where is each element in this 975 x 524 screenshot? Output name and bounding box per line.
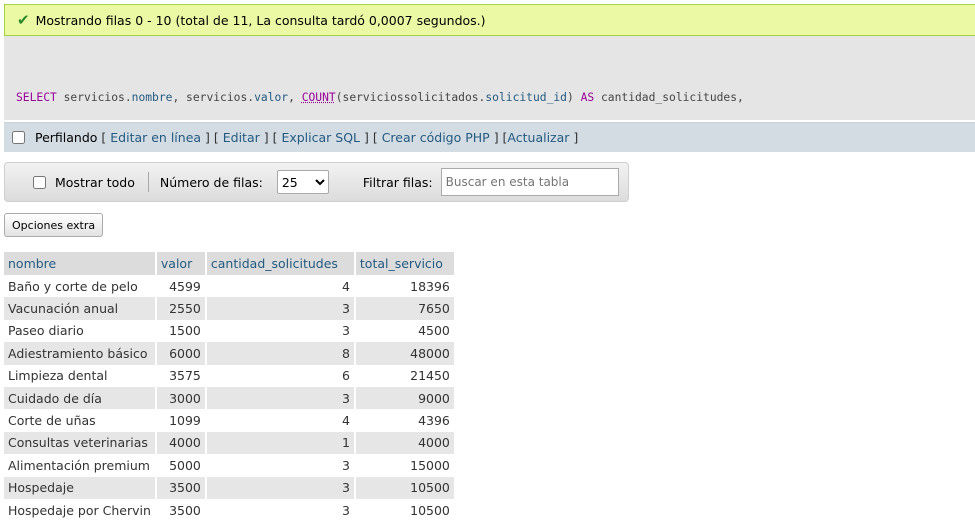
sql-token: servicios.: [56, 91, 132, 104]
table-cell-nombre: Hospedaje: [4, 476, 157, 499]
table-cell-nombre: Vacunación anual: [4, 297, 157, 320]
table-cell-cantidad-solicitudes: 1: [205, 431, 356, 455]
table-cell-nombre: Limpieza dental: [4, 364, 157, 387]
table-cell-nombre: Cuidado de día: [4, 386, 157, 410]
table-cell-cantidad-solicitudes: 3: [205, 297, 356, 320]
table-cell-cantidad-solicitudes: 3: [205, 476, 356, 499]
show-all-checkbox[interactable]: [33, 175, 46, 189]
profiling-checkbox[interactable]: [12, 131, 25, 144]
refresh-link[interactable]: Actualizar: [507, 130, 569, 145]
table-row[interactable]: Cuidado de día 3000 3 9000: [4, 386, 456, 410]
table-cell-valor: 5000: [155, 454, 207, 477]
table-row[interactable]: Paseo diario 1500 3 4500: [4, 319, 456, 343]
table-row[interactable]: Hospedaje 3500 3 10500: [4, 476, 456, 499]
sql-token: nombre: [131, 91, 173, 104]
table-cell-total-servicio: 10500: [354, 476, 456, 499]
show-all-label: Mostrar todo: [55, 174, 135, 190]
table-cell-valor: 2550: [155, 297, 207, 320]
table-cell-nombre: Hospedaje por Chervin: [4, 498, 157, 522]
column-header-total-servicio[interactable]: total_servicio: [354, 252, 456, 275]
create-php-code-link[interactable]: Crear código PHP: [382, 130, 490, 145]
rows-count-label: Número de filas:: [159, 174, 263, 190]
sql-token: solicitud_id: [485, 91, 567, 104]
table-cell-nombre: Baño y corte de pelo: [4, 275, 157, 298]
filter-rows-label: Filtrar filas:: [362, 174, 433, 190]
table-row[interactable]: Consultas veterinarias 4000 1 4000: [4, 431, 456, 455]
table-cell-total-servicio: 10500: [354, 498, 456, 522]
table-cell-total-servicio: 18396: [354, 275, 456, 298]
table-cell-cantidad-solicitudes: 6: [205, 364, 356, 387]
table-cell-total-servicio: 4396: [354, 409, 456, 432]
table-cell-total-servicio: 4500: [354, 319, 456, 343]
table-cell-nombre: Paseo diario: [4, 319, 157, 343]
sql-token: SELECT: [16, 91, 57, 104]
table-cell-nombre: Consultas veterinarias: [4, 431, 157, 455]
explain-sql-link[interactable]: Explicar SQL: [281, 130, 360, 145]
table-cell-cantidad-solicitudes: 8: [205, 342, 356, 365]
sql-query-box: SELECT servicios.nombre, servicios.valor…: [4, 36, 975, 120]
table-cell-cantidad-solicitudes: 3: [205, 319, 356, 343]
column-header-cantidad-solicitudes[interactable]: cantidad_solicitudes: [205, 252, 356, 275]
table-cell-nombre: Alimentación premium: [4, 454, 157, 477]
table-cell-valor: 1099: [155, 409, 207, 432]
sql-token: (serviciossolicitados.: [335, 91, 486, 104]
table-cell-total-servicio: 4000: [354, 431, 456, 455]
success-message-bar: ✔ Mostrando filas 0 - 10 (total de 11, L…: [4, 4, 975, 36]
table-cell-nombre: Corte de uñas: [4, 409, 157, 432]
checkmark-icon: ✔: [17, 11, 30, 29]
column-header-nombre[interactable]: nombre: [4, 252, 157, 275]
table-cell-valor: 4000: [155, 431, 207, 455]
table-cell-cantidad-solicitudes: 4: [205, 275, 356, 298]
table-cell-cantidad-solicitudes: 4: [205, 409, 356, 432]
table-cell-valor: 3500: [155, 476, 207, 499]
table-row[interactable]: Baño y corte de pelo 4599 4 18396: [4, 275, 456, 298]
table-cell-total-servicio: 9000: [354, 386, 456, 410]
table-cell-nombre: Adiestramiento básico: [4, 342, 157, 365]
filter-rows-input[interactable]: [440, 168, 619, 196]
table-cell-valor: 3000: [155, 386, 207, 410]
table-cell-total-servicio: 15000: [354, 454, 456, 477]
navigation-bar: Mostrar todo Número de filas: 25 Filtrar…: [4, 162, 629, 202]
sql-token: cantidad_solicitudes,: [594, 91, 744, 104]
sql-token: ,: [288, 91, 302, 104]
table-cell-valor: 3575: [155, 364, 207, 387]
sql-token: valor: [254, 91, 289, 104]
edit-inline-link[interactable]: Editar en línea: [110, 130, 201, 145]
results-table: nombre valor cantidad_solicitudes total_…: [4, 252, 456, 522]
table-cell-total-servicio: 21450: [354, 364, 456, 387]
profiling-label: Perfilando: [35, 130, 98, 145]
table-row[interactable]: Alimentación premium 5000 3 15000: [4, 454, 456, 477]
table-cell-cantidad-solicitudes: 3: [205, 454, 356, 477]
profiling-bar: Perfilando [ Editar en línea ] [ Editar …: [4, 122, 975, 152]
table-cell-total-servicio: 48000: [354, 342, 456, 365]
sql-line-1: SELECT servicios.nombre, servicios.valor…: [16, 88, 975, 108]
table-cell-cantidad-solicitudes: 3: [205, 498, 356, 522]
table-row[interactable]: Vacunación anual 2550 3 7650: [4, 297, 456, 320]
success-message-text: Mostrando filas 0 - 10 (total de 11, La …: [35, 12, 486, 28]
sql-token: COUNT: [301, 91, 336, 104]
table-cell-valor: 4599: [155, 275, 207, 298]
table-row[interactable]: Adiestramiento básico 6000 8 48000: [4, 342, 456, 365]
sql-token: , servicios.: [172, 91, 255, 104]
table-cell-valor: 6000: [155, 342, 207, 365]
table-body: Baño y corte de pelo 4599 4 18396 Vacunación…: [4, 275, 456, 522]
table-cell-cantidad-solicitudes: 3: [205, 386, 356, 410]
table-cell-valor: 1500: [155, 319, 207, 343]
table-cell-total-servicio: 7650: [354, 297, 456, 320]
navbar-divider: [147, 172, 149, 192]
rows-count-select[interactable]: 25: [276, 170, 329, 194]
table-cell-valor: 3500: [155, 498, 207, 522]
table-row[interactable]: Limpieza dental 3575 6 21450: [4, 364, 456, 387]
table-row[interactable]: Corte de uñas 1099 4 4396: [4, 409, 456, 432]
extra-options-button[interactable]: Opciones extra: [4, 213, 104, 237]
table-row[interactable]: Hospedaje por Chervin 3500 3 10500: [4, 498, 456, 522]
table-header-row: nombre valor cantidad_solicitudes total_…: [4, 252, 456, 275]
sql-token: AS: [580, 91, 595, 104]
edit-link[interactable]: Editar: [223, 130, 260, 145]
column-header-valor[interactable]: valor: [155, 252, 207, 275]
sql-token: ): [566, 91, 581, 104]
